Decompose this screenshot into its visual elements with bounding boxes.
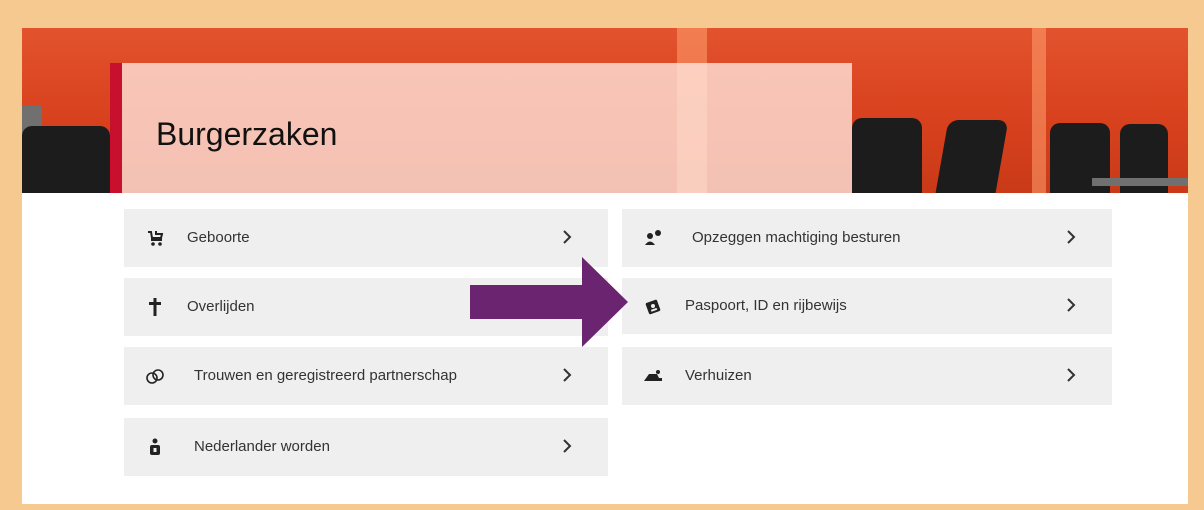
tile-opzeggen-machtiging[interactable]: Opzeggen machtiging besturen (622, 209, 1112, 267)
tile-label: Geboorte (187, 229, 250, 246)
chevron-right-icon (1067, 368, 1076, 382)
chevron-right-icon (563, 368, 572, 382)
moving-icon (642, 365, 664, 387)
chevron-right-icon (1067, 298, 1076, 312)
page-title: Burgerzaken (156, 116, 338, 152)
tile-trouwen[interactable]: Trouwen en geregistreerd partnerschap (124, 347, 608, 405)
tile-label: Nederlander worden (194, 438, 330, 455)
tile-verhuizen[interactable]: Verhuizen (622, 347, 1112, 405)
baby-carriage-icon (144, 227, 166, 249)
chevron-right-icon (563, 230, 572, 244)
chevron-right-icon (563, 439, 572, 453)
tile-label: Paspoort, ID en rijbewijs (685, 297, 847, 314)
id-card-icon (642, 296, 664, 318)
hero-banner: Burgerzaken (22, 28, 1188, 193)
tile-label: Overlijden (187, 298, 255, 315)
person-lock-icon (144, 436, 166, 458)
title-box: Burgerzaken (110, 63, 852, 193)
rings-icon (144, 365, 166, 387)
annotation-arrow (470, 257, 628, 347)
cross-icon (144, 296, 166, 318)
person-badge-icon (642, 227, 664, 249)
tile-paspoort-id-rijbewijs[interactable]: Paspoort, ID en rijbewijs (622, 278, 1112, 334)
tile-label: Trouwen en geregistreerd partnerschap (194, 367, 457, 384)
tile-label: Verhuizen (685, 367, 752, 384)
tile-nederlander-worden[interactable]: Nederlander worden (124, 418, 608, 476)
tile-label: Opzeggen machtiging besturen (692, 229, 901, 246)
chevron-right-icon (1067, 230, 1076, 244)
